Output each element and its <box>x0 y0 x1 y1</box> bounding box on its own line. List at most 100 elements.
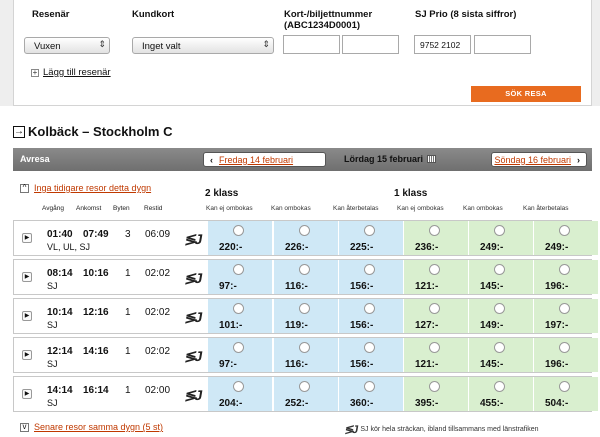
traveler-select[interactable]: Vuxen ⇕ <box>24 37 110 54</box>
fare-cell[interactable]: 127:- <box>403 299 468 333</box>
fare-radio[interactable] <box>364 303 375 314</box>
fare-radio[interactable] <box>559 342 570 353</box>
table-row: ▶ 08:14 10:16 1 02:02 SJ ≶J 97:- 116:- 156:- 121:-… <box>13 259 598 295</box>
fare-cell[interactable]: 249:- <box>468 221 533 255</box>
fare-cell[interactable]: 220:- <box>207 221 272 255</box>
fare-price: 156:- <box>350 320 374 331</box>
fare-radio[interactable] <box>559 303 570 314</box>
arrival-time: 12:16 <box>83 307 109 318</box>
fare-cell[interactable]: 504:- <box>533 377 598 411</box>
calendar-icon[interactable] <box>427 155 437 163</box>
fare-radio[interactable] <box>494 303 505 314</box>
fare-radio[interactable] <box>559 381 570 392</box>
fare-cell[interactable]: 226:- <box>273 221 338 255</box>
fare-radio[interactable] <box>233 342 244 353</box>
fare-radio[interactable] <box>494 342 505 353</box>
fare-radio[interactable] <box>494 381 505 392</box>
fare-radio[interactable] <box>494 225 505 236</box>
next-day-button[interactable]: Söndag 16 februari › <box>491 152 587 167</box>
fare-radio[interactable] <box>429 381 440 392</box>
fare-radio[interactable] <box>364 225 375 236</box>
fare-cell[interactable]: 455:- <box>468 377 533 411</box>
fare-cell[interactable]: 156:- <box>338 260 403 294</box>
later-trips-label: Senare resor samma dygn (5 st) <box>34 422 164 432</box>
expand-arrow-icon[interactable]: ▶ <box>22 389 32 399</box>
fare-radio[interactable] <box>429 342 440 353</box>
col-departure: Avgång <box>42 205 64 212</box>
fare-radio[interactable] <box>429 225 440 236</box>
sj-logo-icon: ≶J <box>183 387 203 403</box>
card-number-input-1[interactable] <box>283 35 340 54</box>
fare-radio[interactable] <box>364 264 375 275</box>
expand-arrow-icon[interactable]: ▶ <box>22 311 32 321</box>
fare-radio[interactable] <box>364 381 375 392</box>
card-select[interactable]: Inget valt ⇕ <box>132 37 274 54</box>
fare-radio[interactable] <box>299 342 310 353</box>
fare-cell[interactable]: 236:- <box>403 221 468 255</box>
carrier: VL, UL, SJ <box>47 242 91 252</box>
sj-prio-input-2[interactable] <box>474 35 531 54</box>
expand-arrow-icon[interactable]: ▶ <box>22 233 32 243</box>
fare-cell[interactable]: 145:- <box>468 338 533 372</box>
fare-radio[interactable] <box>299 303 310 314</box>
search-button[interactable]: SÖK RESA <box>471 86 581 102</box>
sj-logo-icon: ≶J <box>183 270 203 286</box>
duration: 02:02 <box>145 346 171 357</box>
fare-cell[interactable]: 149:- <box>468 299 533 333</box>
changes: 1 <box>125 307 131 318</box>
fare-cell[interactable]: 360:- <box>338 377 403 411</box>
fare-cell[interactable]: 395:- <box>403 377 468 411</box>
fare-cell[interactable]: 196:- <box>533 260 598 294</box>
expand-arrow-icon[interactable]: ▶ <box>22 350 32 360</box>
fare-radio[interactable] <box>299 225 310 236</box>
fare-radio[interactable] <box>299 264 310 275</box>
fare-cell[interactable]: 196:- <box>533 338 598 372</box>
fare-radio[interactable] <box>559 264 570 275</box>
fare-cell[interactable]: 156:- <box>338 299 403 333</box>
earlier-trips[interactable]: ^ Inga tidigare resor detta dygn <box>20 183 151 193</box>
fare-cell[interactable]: 119:- <box>273 299 338 333</box>
sj-prio-input-1[interactable]: 9752 2102 <box>414 35 471 54</box>
current-date-label: Lördag 15 februari <box>344 154 424 164</box>
table-row: ▶ 14:14 16:14 1 02:00 SJ ≶J 204:- 252:- 360:- 395:… <box>13 376 598 412</box>
fare-cell[interactable]: 97:- <box>207 260 272 294</box>
fare-cell[interactable]: 249:- <box>533 221 598 255</box>
fare-cell[interactable]: 225:- <box>338 221 403 255</box>
fare-cell[interactable]: 252:- <box>273 377 338 411</box>
fare-cell[interactable]: 156:- <box>338 338 403 372</box>
changes: 1 <box>125 268 131 279</box>
fare-cell[interactable]: 197:- <box>533 299 598 333</box>
fare-radio[interactable] <box>233 303 244 314</box>
fare-price: 121:- <box>415 359 439 370</box>
fare-radio[interactable] <box>233 381 244 392</box>
fare-radio[interactable] <box>559 225 570 236</box>
fare-cell[interactable]: 101:- <box>207 299 272 333</box>
changes: 1 <box>125 346 131 357</box>
fare-price: 101:- <box>219 320 243 331</box>
carrier: SJ <box>47 281 58 291</box>
fare-cell[interactable]: 116:- <box>273 260 338 294</box>
later-trips[interactable]: v Senare resor samma dygn (5 st) <box>20 422 163 432</box>
prev-day-button[interactable]: ‹ Fredag 14 februari <box>203 152 326 167</box>
fare-radio[interactable] <box>494 264 505 275</box>
table-row: ▶ 10:14 12:16 1 02:02 SJ ≶J 101:- 119:- 156:- 127:… <box>13 298 598 334</box>
fare-cell[interactable]: 116:- <box>273 338 338 372</box>
fare-radio[interactable] <box>429 264 440 275</box>
double-down-icon: v <box>20 422 29 432</box>
fare-radio[interactable] <box>233 225 244 236</box>
fare-price: 204:- <box>219 398 243 409</box>
expand-arrow-icon[interactable]: ▶ <box>22 272 32 282</box>
card-number-input-2[interactable] <box>342 35 399 54</box>
fare-radio[interactable] <box>299 381 310 392</box>
fare-cell[interactable]: 121:- <box>403 260 468 294</box>
fare-cell[interactable]: 204:- <box>207 377 272 411</box>
fare-radio[interactable] <box>429 303 440 314</box>
add-traveler-link[interactable]: + Lägg till resenär <box>31 67 111 78</box>
changes: 3 <box>125 229 131 240</box>
fare-radio[interactable] <box>364 342 375 353</box>
fare-cell[interactable]: 121:- <box>403 338 468 372</box>
carrier: SJ <box>47 359 58 369</box>
fare-cell[interactable]: 97:- <box>207 338 272 372</box>
fare-cell[interactable]: 145:- <box>468 260 533 294</box>
fare-radio[interactable] <box>233 264 244 275</box>
